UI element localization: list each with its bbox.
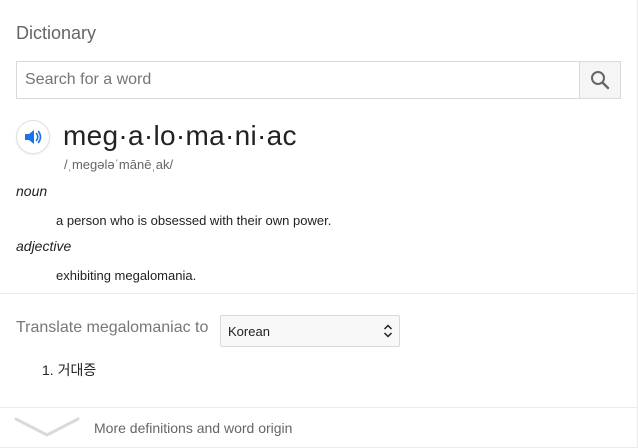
search-button[interactable] — [579, 62, 620, 98]
pronunciation-button[interactable] — [16, 120, 50, 154]
section-divider — [0, 293, 638, 294]
card-title: Dictionary — [16, 23, 97, 43]
definition-adjective: exhibiting megalomania. — [56, 268, 197, 283]
search-input[interactable] — [17, 62, 579, 98]
translation-result: 1. 거대증 — [42, 362, 97, 378]
phonetic-spelling: /ˌmeɡələˈmānēˌak/ — [64, 157, 174, 172]
part-of-speech-adjective: adjective — [16, 238, 72, 254]
search-icon — [591, 71, 610, 90]
select-arrows-icon — [383, 324, 393, 338]
language-select[interactable]: Korean — [220, 315, 400, 347]
search-box — [16, 61, 621, 99]
language-select-value: Korean — [228, 323, 270, 339]
more-definitions-label: More definitions and word origin — [94, 420, 293, 436]
dictionary-card: Dictionary meg·a·lo·ma·ni·ac /ˌmeɡələˈmā… — [0, 0, 638, 448]
definition-noun: a person who is obsessed with their own … — [56, 213, 332, 228]
translate-label: Translate megalomaniac to — [16, 319, 209, 336]
part-of-speech-noun: noun — [16, 183, 48, 199]
speaker-icon — [25, 130, 42, 144]
more-definitions-link[interactable]: More definitions and word origin — [0, 408, 638, 448]
headword: meg·a·lo·ma·ni·ac — [63, 120, 297, 151]
chevron-down-icon — [14, 417, 80, 437]
